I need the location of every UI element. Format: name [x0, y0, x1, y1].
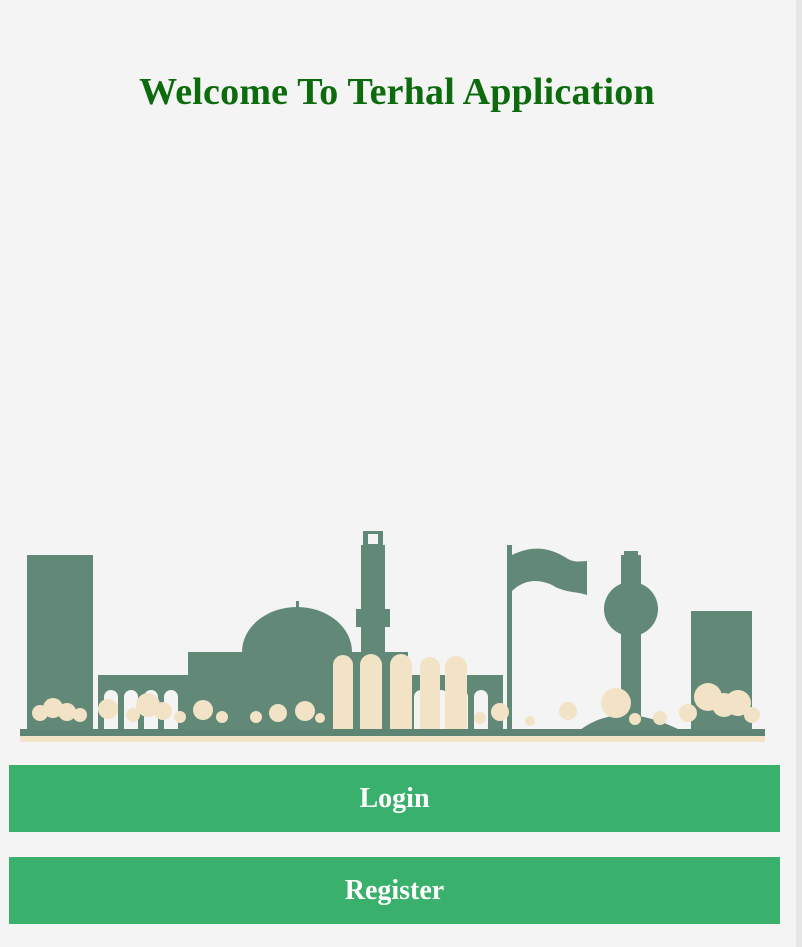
window-edge	[796, 0, 802, 947]
welcome-screen: Welcome To Terhal Application Login Regi…	[0, 0, 802, 947]
city-skyline-illustration	[20, 531, 765, 742]
page-title: Welcome To Terhal Application	[139, 71, 655, 113]
register-button[interactable]: Register	[9, 857, 780, 924]
login-button[interactable]: Login	[9, 765, 780, 832]
